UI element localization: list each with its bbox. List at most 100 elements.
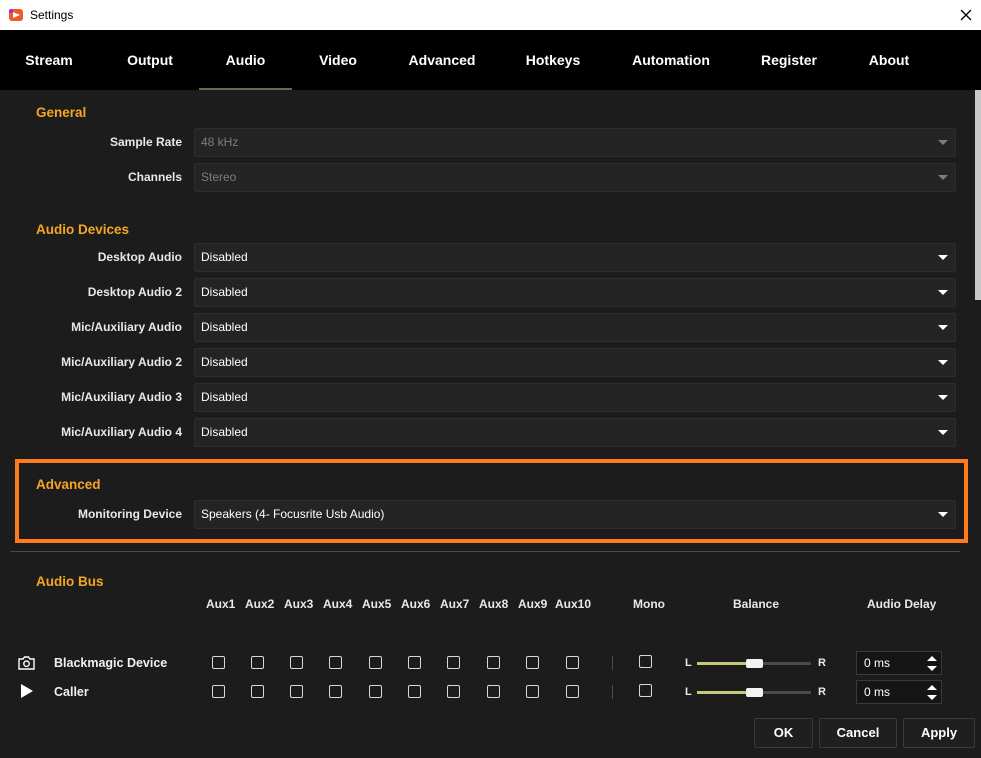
chevron-down-icon — [938, 140, 948, 145]
aux9-checkbox[interactable] — [526, 656, 539, 669]
spin-up-icon[interactable] — [927, 656, 937, 661]
chevron-down-icon — [938, 175, 948, 180]
spin-down-icon[interactable] — [927, 666, 937, 671]
tab-hotkeys[interactable]: Hotkeys — [510, 30, 596, 90]
audio-bus-row: Blackmagic Device L R 0 ms — [0, 651, 975, 675]
aux7-checkbox[interactable] — [447, 685, 460, 698]
column-separator — [612, 685, 613, 699]
aux5-header: Aux5 — [362, 597, 392, 611]
mic-aux-audio-2-select[interactable]: Disabled — [194, 348, 956, 377]
aux1-header: Aux1 — [206, 597, 236, 611]
mic-aux-audio-4-label: Mic/Auxiliary Audio 4 — [61, 425, 182, 439]
audio-delay-value: 0 ms — [864, 656, 891, 670]
audio-delay-spinbox[interactable]: 0 ms — [856, 651, 942, 675]
apply-button[interactable]: Apply — [903, 718, 975, 748]
aux9-checkbox[interactable] — [526, 685, 539, 698]
tab-advanced[interactable]: Advanced — [396, 30, 488, 90]
tab-audio[interactable]: Audio — [199, 30, 292, 90]
aux3-header: Aux3 — [284, 597, 314, 611]
general-section-title: General — [36, 105, 87, 120]
desktop-audio-2-value: Disabled — [201, 285, 248, 299]
aux6-checkbox[interactable] — [408, 685, 421, 698]
desktop-audio-2-label: Desktop Audio 2 — [87, 285, 182, 299]
mic-aux-audio-3-select[interactable]: Disabled — [194, 383, 956, 412]
spin-up-icon[interactable] — [927, 685, 937, 690]
aux4-checkbox[interactable] — [329, 656, 342, 669]
monitoring-device-value: Speakers (4- Focusrite Usb Audio) — [201, 507, 385, 521]
balance-right-label: R — [818, 657, 826, 669]
mic-aux-audio-select[interactable]: Disabled — [194, 313, 956, 342]
play-icon — [21, 684, 33, 698]
tab-register[interactable]: Register — [746, 30, 832, 90]
title-bar: Settings — [0, 0, 981, 30]
balance-right-label: R — [818, 686, 826, 698]
mic-aux-audio-4-select[interactable]: Disabled — [194, 418, 956, 447]
monitoring-device-select[interactable]: Speakers (4- Focusrite Usb Audio) — [194, 500, 956, 529]
aux1-checkbox[interactable] — [212, 685, 225, 698]
aux5-checkbox[interactable] — [369, 656, 382, 669]
chevron-down-icon — [938, 430, 948, 435]
sample-rate-select: 48 kHz — [194, 128, 956, 157]
column-separator — [612, 656, 613, 670]
aux10-checkbox[interactable] — [566, 685, 579, 698]
tab-stream[interactable]: Stream — [10, 30, 88, 90]
chevron-down-icon — [938, 325, 948, 330]
aux7-header: Aux7 — [440, 597, 470, 611]
mono-checkbox[interactable] — [639, 655, 652, 668]
audio-delay-value: 0 ms — [864, 685, 891, 699]
audio-bus-row: Caller L R 0 ms — [0, 680, 975, 704]
balance-slider-handle[interactable] — [745, 688, 763, 697]
aux2-checkbox[interactable] — [251, 656, 264, 669]
channels-select: Stereo — [194, 163, 956, 192]
audio-delay-spinbox[interactable]: 0 ms — [856, 680, 942, 704]
ok-button[interactable]: OK — [754, 718, 813, 748]
aux6-checkbox[interactable] — [408, 656, 421, 669]
tab-video[interactable]: Video — [298, 30, 378, 90]
aux2-header: Aux2 — [245, 597, 275, 611]
scrollbar-thumb[interactable] — [975, 90, 981, 300]
balance-slider[interactable] — [697, 659, 811, 668]
aux1-checkbox[interactable] — [212, 656, 225, 669]
mic-aux-audio-2-value: Disabled — [201, 355, 248, 369]
aux10-checkbox[interactable] — [566, 656, 579, 669]
mic-aux-audio-label: Mic/Auxiliary Audio — [71, 320, 182, 334]
spin-down-icon[interactable] — [927, 695, 937, 700]
aux2-checkbox[interactable] — [251, 685, 264, 698]
aux3-checkbox[interactable] — [290, 685, 303, 698]
audio-delay-header: Audio Delay — [867, 597, 937, 611]
chevron-down-icon — [938, 290, 948, 295]
bus-source-name: Caller — [54, 685, 89, 699]
cancel-button[interactable]: Cancel — [819, 718, 897, 748]
aux8-checkbox[interactable] — [487, 656, 500, 669]
mic-aux-audio-4-value: Disabled — [201, 425, 248, 439]
chevron-down-icon — [938, 255, 948, 260]
balance-slider-handle[interactable] — [745, 659, 763, 668]
close-icon — [960, 9, 972, 21]
aux4-checkbox[interactable] — [329, 685, 342, 698]
section-divider — [10, 551, 960, 552]
vertical-scrollbar[interactable] — [975, 90, 981, 758]
audio-bus-section-title: Audio Bus — [36, 574, 104, 589]
mono-checkbox[interactable] — [639, 684, 652, 697]
audio-devices-section-title: Audio Devices — [36, 222, 130, 237]
desktop-audio-2-select[interactable]: Disabled — [194, 278, 956, 307]
aux5-checkbox[interactable] — [369, 685, 382, 698]
channels-value: Stereo — [201, 170, 237, 184]
balance-left-label: L — [685, 686, 692, 698]
balance-slider[interactable] — [697, 688, 811, 697]
mic-aux-audio-3-label: Mic/Auxiliary Audio 3 — [61, 390, 182, 404]
aux7-checkbox[interactable] — [447, 656, 460, 669]
tab-about[interactable]: About — [856, 30, 922, 90]
tab-output[interactable]: Output — [105, 30, 195, 90]
close-button[interactable] — [951, 0, 981, 30]
aux9-header: Aux9 — [518, 597, 548, 611]
audio-settings-panel: General Sample Rate 48 kHz Channels Ster… — [0, 90, 975, 758]
monitoring-device-label: Monitoring Device — [77, 507, 182, 521]
desktop-audio-value: Disabled — [201, 250, 248, 264]
channels-label: Channels — [127, 170, 182, 184]
desktop-audio-select[interactable]: Disabled — [194, 243, 956, 272]
app-logo-icon — [9, 9, 23, 21]
aux3-checkbox[interactable] — [290, 656, 303, 669]
aux8-checkbox[interactable] — [487, 685, 500, 698]
tab-automation[interactable]: Automation — [620, 30, 722, 90]
